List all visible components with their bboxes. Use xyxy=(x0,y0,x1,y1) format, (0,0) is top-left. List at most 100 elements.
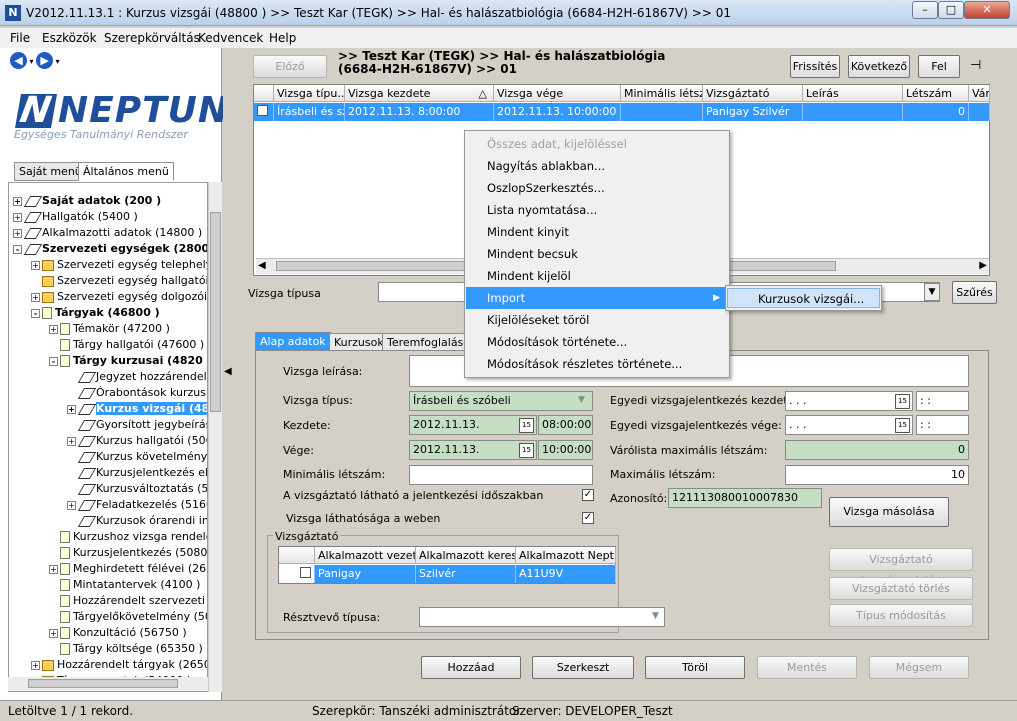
kezdete-time-input[interactable]: 08:00:00 xyxy=(538,415,593,435)
tree-item[interactable]: + Saját adatok (200 ) xyxy=(13,193,161,208)
grid-cell[interactable]: Írásbeli és szó xyxy=(274,103,345,121)
delete-button[interactable]: Töröl xyxy=(645,656,745,679)
expand-icon[interactable]: + xyxy=(67,436,76,446)
tree-item[interactable]: Tárgyelőkövetelmény (50 xyxy=(49,609,207,624)
filter-button[interactable]: Szűrés xyxy=(952,281,997,304)
egyedi-kezd-time[interactable]: : : xyxy=(916,391,969,411)
close-button[interactable]: ✕ xyxy=(964,1,1010,19)
menu-kedvencek[interactable]: Kedvencek xyxy=(198,31,263,45)
grid-cell[interactable]: Panigay xyxy=(315,565,416,583)
calendar-icon[interactable]: 15 xyxy=(519,443,534,458)
tree-item[interactable]: - Szervezeti egységek (28000 xyxy=(13,241,207,256)
up-button[interactable]: Fel xyxy=(918,55,960,78)
expand-icon[interactable]: + xyxy=(49,628,58,638)
varolista-input[interactable]: 0 xyxy=(785,440,969,460)
ctx-kurzusok-vizsgai[interactable]: Kurzusok vizsgái... xyxy=(727,288,880,308)
grid-header[interactable]: Alkalmazott Nept... xyxy=(516,547,616,564)
egyedi-kezd-date[interactable]: . . . xyxy=(785,391,913,411)
grid-cell[interactable]: 2012.11.13. 8:00:00 xyxy=(345,103,494,121)
tree-item[interactable]: + Kurzus vizsgái (48 xyxy=(67,401,207,416)
expand-icon[interactable]: + xyxy=(31,292,40,302)
back-icon[interactable]: ◀ xyxy=(10,52,27,69)
grid-cell[interactable]: 0 xyxy=(903,103,969,121)
tree-item[interactable]: Mintatantervek (4100 ) xyxy=(49,577,200,592)
vege-date-input[interactable]: 2012.11.13. xyxy=(409,440,537,460)
vizsga-tipus-select[interactable]: Írásbeli és szóbeli xyxy=(409,391,593,411)
next-button[interactable]: Következő xyxy=(848,55,910,78)
scroll-left-icon[interactable]: ◀ xyxy=(258,260,266,271)
expand-icon[interactable]: + xyxy=(49,324,58,334)
tree-item[interactable]: + Témakör (47200 ) xyxy=(49,321,170,336)
collapse-icon[interactable]: - xyxy=(49,356,58,366)
tab-sajat-menu[interactable]: Saját menü xyxy=(14,162,87,181)
latogato-checkbox[interactable]: ✓ xyxy=(582,489,594,501)
scroll-right-icon[interactable]: ▶ xyxy=(979,260,987,271)
grid-cell[interactable] xyxy=(621,103,703,121)
grid-cell[interactable]: Szilvér xyxy=(416,565,516,583)
grid-cell[interactable]: 2012.11.13. 10:00:00 xyxy=(494,103,621,121)
tree-item[interactable]: Órabontások kurzush xyxy=(67,385,207,400)
grid-header[interactable]: Alkalmazott vezet... xyxy=(315,547,416,564)
tree-item[interactable]: + Szervezeti egység dolgozói (2 xyxy=(31,289,207,304)
grid-header[interactable]: Várl xyxy=(969,85,990,102)
grid-cell[interactable]: A11U9V xyxy=(516,565,616,583)
refresh-button[interactable]: Frissítés xyxy=(790,55,840,78)
collapse-icon[interactable]: - xyxy=(31,308,40,318)
calendar-icon[interactable]: 15 xyxy=(895,418,910,433)
tree-item[interactable]: + Meghirdetett félévei (2684 xyxy=(49,561,207,576)
egyedi-vege-date[interactable]: . . . xyxy=(785,415,913,435)
collapse-icon[interactable]: - xyxy=(13,244,22,254)
expand-icon[interactable]: + xyxy=(13,212,22,222)
pin-icon[interactable]: ⊣ xyxy=(970,58,981,73)
forward-icon[interactable]: ▶ xyxy=(36,52,54,69)
tree-item[interactable]: + Konzultáció (56750 ) xyxy=(49,625,187,640)
cancel-button[interactable]: Mégsem xyxy=(869,656,969,679)
minimize-button[interactable]: – xyxy=(912,1,938,19)
grid-header[interactable]: Vizsgáztató xyxy=(703,85,803,102)
ctx-lista-nyomtatasa[interactable]: Lista nyomtatása... xyxy=(466,199,728,221)
save-button[interactable]: Mentés xyxy=(757,656,857,679)
egyedi-vege-time[interactable]: : : xyxy=(916,415,969,435)
expand-icon[interactable]: + xyxy=(67,404,76,414)
tree-item[interactable]: + Szervezeti egység telephelyei xyxy=(31,257,207,272)
ctx-mindent-kinyit[interactable]: Mindent kinyit xyxy=(466,221,728,243)
tree-item[interactable]: - Tárgy kurzusai (4820 xyxy=(49,353,203,368)
tree-item[interactable]: Hozzárendelt szervezeti e xyxy=(49,593,207,608)
maximize-button[interactable]: □ xyxy=(938,1,964,19)
chevron-down-icon[interactable]: ▼ xyxy=(652,611,659,621)
grid-header[interactable]: Létszám xyxy=(903,85,969,102)
tree-item[interactable]: Kurzusváltoztatás (51 xyxy=(67,481,207,496)
calendar-icon[interactable]: 15 xyxy=(519,418,534,433)
grid-header[interactable]: Vizsga vége xyxy=(494,85,621,102)
ctx-modositasok-reszletes[interactable]: Módosítások részletes története... xyxy=(466,353,728,375)
tree-item[interactable]: Kurzusjelentkezés (50800 xyxy=(49,545,207,560)
expand-icon[interactable]: + xyxy=(31,260,40,270)
grid-header[interactable]: Alkalmazott keres... xyxy=(416,547,516,564)
row-checkbox[interactable] xyxy=(254,103,274,121)
ctx-kijelolesek-torol[interactable]: Kijelöléseket töröl xyxy=(466,309,728,331)
ctx-osszes-adat[interactable]: Összes adat, kijelöléssel xyxy=(466,133,728,155)
min-letszam-input[interactable] xyxy=(409,465,593,485)
tree-item[interactable]: + Hallgatók (5400 ) xyxy=(13,209,138,224)
tree-item[interactable]: Kurzusjelentkezés elfo xyxy=(67,465,207,480)
tree-vscroll[interactable] xyxy=(208,182,222,692)
tree-item[interactable]: Tárgy hallgatói (47600 ) xyxy=(49,337,204,352)
tab-altalanos-menu[interactable]: Általános menü xyxy=(78,162,174,181)
grid-cell[interactable]: Panigay Szilvér xyxy=(703,103,803,121)
menu-szerepkorvaltas[interactable]: Szerepkörváltás xyxy=(104,31,200,45)
prev-button[interactable]: Előző xyxy=(253,55,327,78)
ctx-nagyitas[interactable]: Nagyítás ablakban... xyxy=(466,155,728,177)
kezdete-date-input[interactable]: 2012.11.13. xyxy=(409,415,537,435)
tree-item[interactable]: + Alkalmazotti adatok (14800 ) xyxy=(13,225,202,240)
tree-hscroll[interactable] xyxy=(8,677,208,691)
vizsgaztato-torles-button[interactable]: Vizsgáztató törlés xyxy=(829,577,973,600)
grid-cell[interactable] xyxy=(803,103,903,121)
tab-alap-adatok[interactable]: Alap adatok xyxy=(255,332,331,351)
web-checkbox[interactable]: ✓ xyxy=(582,512,594,524)
menu-file[interactable]: File xyxy=(10,31,30,45)
expand-icon[interactable]: + xyxy=(13,228,22,238)
expand-icon[interactable]: + xyxy=(67,500,76,510)
max-letszam-input[interactable]: 10 xyxy=(785,465,969,485)
tree-item[interactable]: Jegyzet hozzárendelé xyxy=(67,369,207,384)
tree-item[interactable]: + Feladatkezelés (5160 xyxy=(67,497,207,512)
